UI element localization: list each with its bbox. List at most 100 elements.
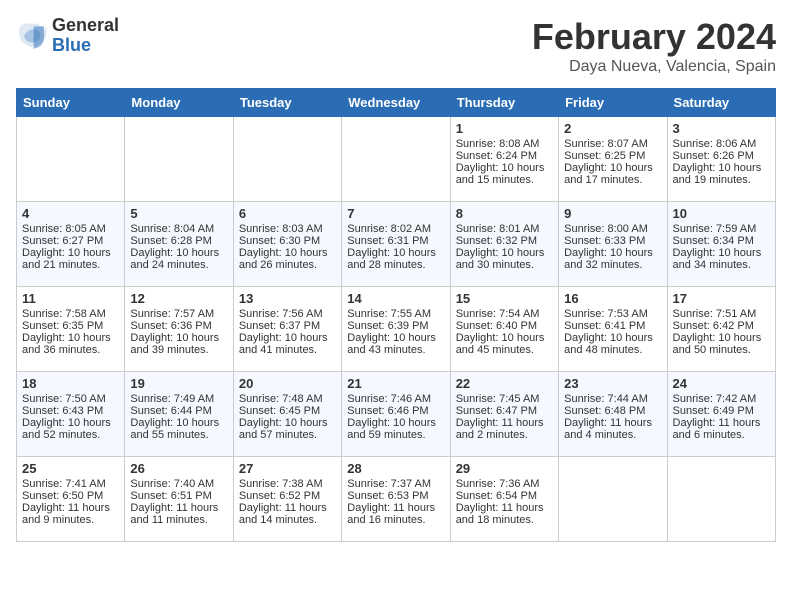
- calendar-cell: 28Sunrise: 7:37 AMSunset: 6:53 PMDayligh…: [342, 457, 450, 542]
- calendar-cell: [342, 117, 450, 202]
- calendar-cell: [125, 117, 233, 202]
- calendar-cell: 9Sunrise: 8:00 AMSunset: 6:33 PMDaylight…: [559, 202, 667, 287]
- day-number: 8: [456, 206, 553, 221]
- sunset-text: Sunset: 6:31 PM: [347, 235, 428, 247]
- sunset-text: Sunset: 6:48 PM: [564, 405, 645, 417]
- day-header-wednesday: Wednesday: [342, 89, 450, 117]
- calendar-cell: 19Sunrise: 7:49 AMSunset: 6:44 PMDayligh…: [125, 372, 233, 457]
- sunrise-text: Sunrise: 7:38 AM: [239, 478, 323, 490]
- day-number: 1: [456, 121, 553, 136]
- day-number: 10: [673, 206, 770, 221]
- sunrise-text: Sunrise: 7:42 AM: [673, 393, 757, 405]
- sunrise-text: Sunrise: 8:03 AM: [239, 223, 323, 235]
- calendar-cell: 15Sunrise: 7:54 AMSunset: 6:40 PMDayligh…: [450, 287, 558, 372]
- day-number: 19: [130, 376, 227, 391]
- daylight-text: Daylight: 10 hours and 19 minutes.: [673, 162, 762, 186]
- calendar-cell: 25Sunrise: 7:41 AMSunset: 6:50 PMDayligh…: [17, 457, 125, 542]
- sunrise-text: Sunrise: 7:41 AM: [22, 478, 106, 490]
- sunset-text: Sunset: 6:25 PM: [564, 150, 645, 162]
- day-number: 15: [456, 291, 553, 306]
- sunrise-text: Sunrise: 7:53 AM: [564, 308, 648, 320]
- calendar-cell: 8Sunrise: 8:01 AMSunset: 6:32 PMDaylight…: [450, 202, 558, 287]
- calendar-cell: 12Sunrise: 7:57 AMSunset: 6:36 PMDayligh…: [125, 287, 233, 372]
- sunset-text: Sunset: 6:39 PM: [347, 320, 428, 332]
- day-number: 24: [673, 376, 770, 391]
- day-number: 16: [564, 291, 661, 306]
- day-header-friday: Friday: [559, 89, 667, 117]
- calendar-cell: [559, 457, 667, 542]
- calendar-cell: 14Sunrise: 7:55 AMSunset: 6:39 PMDayligh…: [342, 287, 450, 372]
- sunrise-text: Sunrise: 8:04 AM: [130, 223, 214, 235]
- sunrise-text: Sunrise: 7:37 AM: [347, 478, 431, 490]
- header: General Blue February 2024 Daya Nueva, V…: [16, 16, 776, 76]
- sunrise-text: Sunrise: 8:08 AM: [456, 138, 540, 150]
- sunset-text: Sunset: 6:51 PM: [130, 490, 211, 502]
- daylight-text: Daylight: 10 hours and 57 minutes.: [239, 417, 328, 441]
- sunrise-text: Sunrise: 7:48 AM: [239, 393, 323, 405]
- calendar-cell: 4Sunrise: 8:05 AMSunset: 6:27 PMDaylight…: [17, 202, 125, 287]
- day-number: 27: [239, 461, 336, 476]
- header-row: SundayMondayTuesdayWednesdayThursdayFrid…: [17, 89, 776, 117]
- sunset-text: Sunset: 6:28 PM: [130, 235, 211, 247]
- sunrise-text: Sunrise: 8:02 AM: [347, 223, 431, 235]
- day-number: 2: [564, 121, 661, 136]
- sunrise-text: Sunrise: 8:00 AM: [564, 223, 648, 235]
- calendar-cell: [667, 457, 775, 542]
- day-header-sunday: Sunday: [17, 89, 125, 117]
- logo-icon: [16, 20, 48, 52]
- daylight-text: Daylight: 10 hours and 32 minutes.: [564, 247, 653, 271]
- calendar-cell: 29Sunrise: 7:36 AMSunset: 6:54 PMDayligh…: [450, 457, 558, 542]
- daylight-text: Daylight: 11 hours and 16 minutes.: [347, 502, 435, 526]
- calendar-week-3: 18Sunrise: 7:50 AMSunset: 6:43 PMDayligh…: [17, 372, 776, 457]
- sunrise-text: Sunrise: 8:01 AM: [456, 223, 540, 235]
- calendar-table: SundayMondayTuesdayWednesdayThursdayFrid…: [16, 88, 776, 542]
- sunrise-text: Sunrise: 7:55 AM: [347, 308, 431, 320]
- calendar-cell: 10Sunrise: 7:59 AMSunset: 6:34 PMDayligh…: [667, 202, 775, 287]
- day-number: 11: [22, 291, 119, 306]
- sunset-text: Sunset: 6:43 PM: [22, 405, 103, 417]
- daylight-text: Daylight: 10 hours and 39 minutes.: [130, 332, 219, 356]
- calendar-cell: 20Sunrise: 7:48 AMSunset: 6:45 PMDayligh…: [233, 372, 341, 457]
- sunrise-text: Sunrise: 7:45 AM: [456, 393, 540, 405]
- day-number: 29: [456, 461, 553, 476]
- sunset-text: Sunset: 6:49 PM: [673, 405, 754, 417]
- daylight-text: Daylight: 10 hours and 52 minutes.: [22, 417, 111, 441]
- daylight-text: Daylight: 11 hours and 14 minutes.: [239, 502, 327, 526]
- calendar-cell: 16Sunrise: 7:53 AMSunset: 6:41 PMDayligh…: [559, 287, 667, 372]
- sunset-text: Sunset: 6:37 PM: [239, 320, 320, 332]
- sunset-text: Sunset: 6:34 PM: [673, 235, 754, 247]
- sunset-text: Sunset: 6:53 PM: [347, 490, 428, 502]
- sunset-text: Sunset: 6:47 PM: [456, 405, 537, 417]
- daylight-text: Daylight: 10 hours and 55 minutes.: [130, 417, 219, 441]
- calendar-week-2: 11Sunrise: 7:58 AMSunset: 6:35 PMDayligh…: [17, 287, 776, 372]
- calendar-cell: [17, 117, 125, 202]
- logo-general-text: General: [52, 16, 119, 36]
- sunrise-text: Sunrise: 7:46 AM: [347, 393, 431, 405]
- calendar-cell: 24Sunrise: 7:42 AMSunset: 6:49 PMDayligh…: [667, 372, 775, 457]
- calendar-cell: 13Sunrise: 7:56 AMSunset: 6:37 PMDayligh…: [233, 287, 341, 372]
- calendar-cell: 22Sunrise: 7:45 AMSunset: 6:47 PMDayligh…: [450, 372, 558, 457]
- calendar-cell: 2Sunrise: 8:07 AMSunset: 6:25 PMDaylight…: [559, 117, 667, 202]
- page-title: February 2024: [532, 16, 776, 58]
- calendar-cell: 6Sunrise: 8:03 AMSunset: 6:30 PMDaylight…: [233, 202, 341, 287]
- calendar-cell: 7Sunrise: 8:02 AMSunset: 6:31 PMDaylight…: [342, 202, 450, 287]
- page-subtitle: Daya Nueva, Valencia, Spain: [532, 58, 776, 76]
- sunrise-text: Sunrise: 8:07 AM: [564, 138, 648, 150]
- sunrise-text: Sunrise: 7:51 AM: [673, 308, 757, 320]
- sunrise-text: Sunrise: 7:58 AM: [22, 308, 106, 320]
- daylight-text: Daylight: 11 hours and 18 minutes.: [456, 502, 544, 526]
- logo: General Blue: [16, 16, 119, 56]
- daylight-text: Daylight: 10 hours and 43 minutes.: [347, 332, 436, 356]
- calendar-cell: 5Sunrise: 8:04 AMSunset: 6:28 PMDaylight…: [125, 202, 233, 287]
- day-number: 6: [239, 206, 336, 221]
- day-header-tuesday: Tuesday: [233, 89, 341, 117]
- calendar-cell: 21Sunrise: 7:46 AMSunset: 6:46 PMDayligh…: [342, 372, 450, 457]
- calendar-cell: 1Sunrise: 8:08 AMSunset: 6:24 PMDaylight…: [450, 117, 558, 202]
- sunrise-text: Sunrise: 7:36 AM: [456, 478, 540, 490]
- sunset-text: Sunset: 6:44 PM: [130, 405, 211, 417]
- day-number: 18: [22, 376, 119, 391]
- daylight-text: Daylight: 10 hours and 59 minutes.: [347, 417, 436, 441]
- day-number: 17: [673, 291, 770, 306]
- calendar-week-4: 25Sunrise: 7:41 AMSunset: 6:50 PMDayligh…: [17, 457, 776, 542]
- sunrise-text: Sunrise: 8:05 AM: [22, 223, 106, 235]
